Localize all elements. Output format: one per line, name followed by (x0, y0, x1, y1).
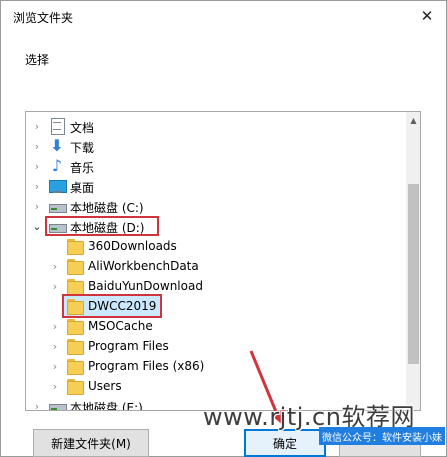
window-title: 浏览文件夹 (13, 11, 74, 25)
tree-item-desktop[interactable]: › 桌面 (26, 176, 404, 196)
folder-icon (66, 258, 84, 275)
tree-item-label: Program Files (x86) (88, 359, 205, 373)
chevron-down-icon[interactable]: ⌄ (32, 216, 42, 236)
chevron-right-icon[interactable]: › (32, 116, 42, 136)
chevron-right-icon[interactable]: › (32, 196, 42, 216)
tree-item-msocache[interactable]: › MSOCache (26, 316, 404, 336)
chevron-right-icon[interactable]: › (50, 256, 60, 276)
chevron-right-icon[interactable]: › (50, 336, 60, 356)
tree-item-users[interactable]: › Users (26, 376, 404, 396)
tree-item-label: 360Downloads (88, 239, 177, 253)
tree-item-label: 音乐 (70, 161, 95, 175)
wechat-badge: 微信公众号：软件安装小妹 (319, 427, 445, 445)
ok-button[interactable]: 确定 (244, 429, 326, 457)
folder-tree[interactable]: › 文档 › ⬇ 下载 › ♪ 音乐 › 桌面 › 本地磁盘 (C:) ⌄ 本地… (25, 111, 421, 411)
chevron-right-icon[interactable]: › (32, 136, 42, 156)
desktop-icon (48, 178, 67, 194)
tree-item-label: 文档 (70, 121, 95, 135)
tree-item-label: 本地磁盘 (E:) (70, 401, 143, 411)
tree-item-label: 下载 (70, 141, 95, 155)
tree-item-label: BaiduYunDownload (88, 279, 203, 293)
tree-item-music[interactable]: › ♪ 音乐 (26, 156, 404, 176)
chevron-right-icon[interactable]: › (50, 376, 60, 396)
tree-item-label: DWCC2019 (88, 299, 157, 313)
title-bar: 浏览文件夹 ✕ (1, 1, 446, 31)
tree-item-program-files-x86[interactable]: › Program Files (x86) (26, 356, 404, 376)
tree-item-dwcc2019[interactable]: DWCC2019 (26, 296, 404, 316)
folder-icon (66, 298, 84, 315)
music-icon: ♪ (51, 156, 63, 175)
tree-item-program-files[interactable]: › Program Files (26, 336, 404, 356)
tree-item-drive-c[interactable]: › 本地磁盘 (C:) (26, 196, 404, 216)
folder-icon (66, 318, 84, 335)
tree-item-label: Program Files (88, 339, 169, 353)
tree-item-label: 桌面 (70, 181, 95, 195)
vertical-scrollbar[interactable]: ▲ (406, 112, 420, 410)
drive-icon (48, 218, 67, 234)
chevron-right-icon[interactable]: › (32, 176, 42, 196)
browse-folder-dialog: 浏览文件夹 ✕ 选择 › 文档 › ⬇ 下载 › ♪ 音乐 › 桌面 › 本地磁… (0, 0, 447, 457)
chevron-right-icon[interactable]: › (50, 316, 60, 336)
download-icon: ⬇ (50, 136, 64, 155)
tree-item-label: AliWorkbenchData (88, 259, 199, 273)
scroll-up-arrow-icon[interactable]: ▲ (406, 112, 420, 128)
chevron-right-icon[interactable]: › (50, 356, 60, 376)
folder-icon (66, 338, 84, 355)
tree-item-label: Users (88, 379, 122, 393)
new-folder-button[interactable]: 新建文件夹(M) (33, 429, 149, 457)
chevron-right-icon[interactable] (50, 236, 60, 256)
tree-item-label: 本地磁盘 (C:) (70, 201, 144, 215)
tree-item-label: MSOCache (88, 319, 153, 333)
tree-item-drive-d[interactable]: ⌄ 本地磁盘 (D:) (26, 216, 404, 236)
scroll-thumb[interactable] (408, 184, 419, 364)
drive-icon (48, 398, 67, 410)
tree-item-label: 本地磁盘 (D:) (70, 221, 145, 235)
folder-icon (66, 378, 84, 395)
tree-item-downloads[interactable]: › ⬇ 下载 (26, 136, 404, 156)
close-button[interactable]: ✕ (416, 5, 438, 27)
folder-icon (66, 358, 84, 375)
tree-item-360downloads[interactable]: 360Downloads (26, 236, 404, 256)
document-icon (48, 118, 66, 135)
prompt-text: 选择 (25, 53, 50, 67)
chevron-right-icon[interactable]: › (32, 396, 42, 411)
tree-item-documents[interactable]: › 文档 (26, 116, 404, 136)
chevron-right-icon[interactable] (50, 296, 60, 316)
chevron-right-icon[interactable]: › (32, 156, 42, 176)
folder-icon (66, 238, 84, 255)
tree-item-baiduyundownload[interactable]: › BaiduYunDownload (26, 276, 404, 296)
tree-item-aliworkbenchdata[interactable]: › AliWorkbenchData (26, 256, 404, 276)
drive-icon (48, 198, 67, 214)
folder-icon (66, 278, 84, 295)
chevron-right-icon[interactable]: › (50, 276, 60, 296)
